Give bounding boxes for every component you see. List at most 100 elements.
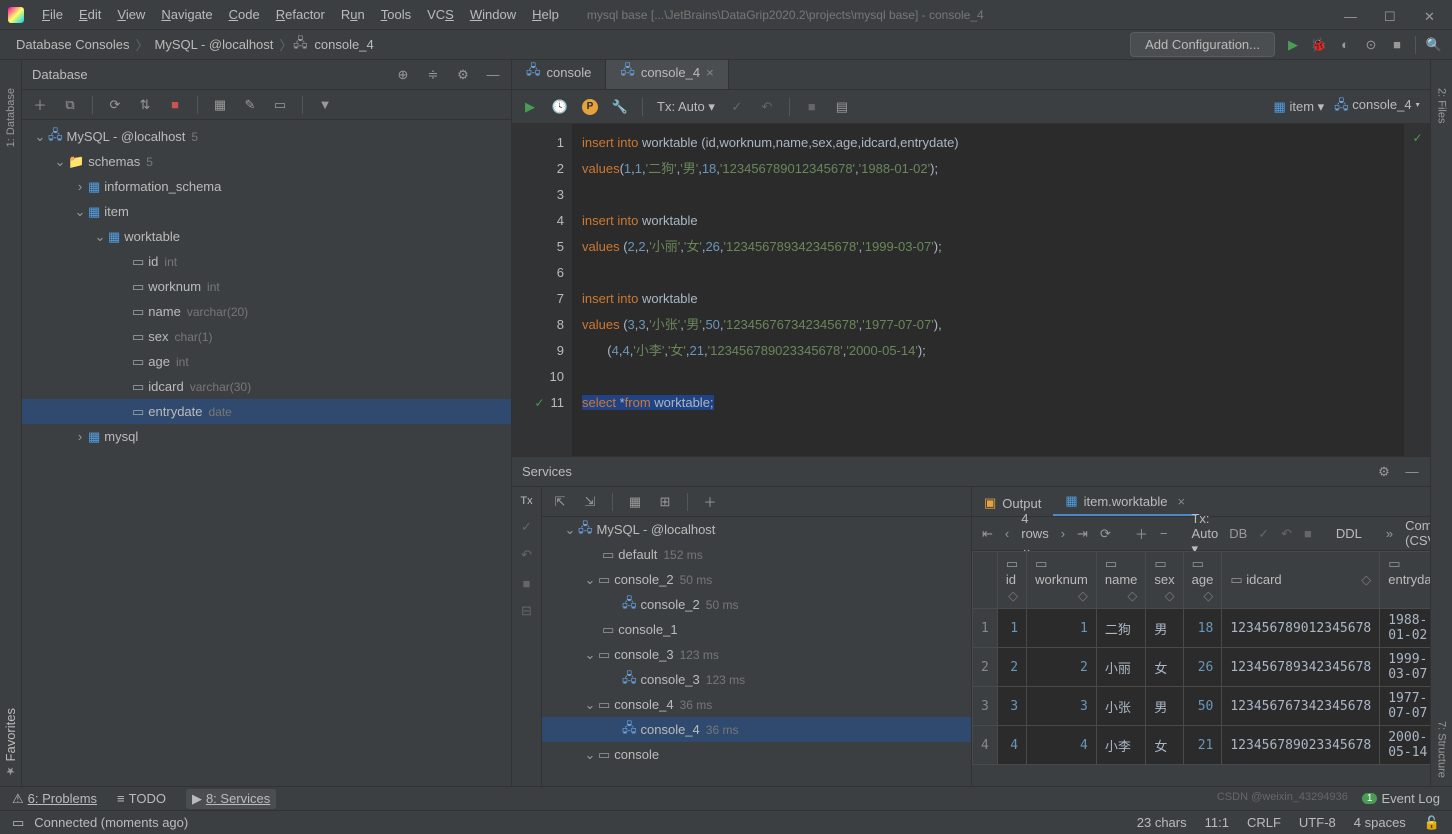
hide-icon[interactable]: — [1404,464,1420,480]
svc-console[interactable]: ⌄▭console [542,742,971,767]
svc-console-3b[interactable]: 🖧console_3123 ms [542,667,971,692]
menu-navigate[interactable]: Navigate [153,3,220,26]
svc-console-4[interactable]: ⌄▭console_436 ms [542,692,971,717]
tab-console[interactable]: 🖧console [512,60,606,89]
status-icon[interactable]: ▭ [12,815,24,831]
svc-console-3[interactable]: ⌄▭console_3123 ms [542,642,971,667]
pending-icon[interactable]: P [582,99,598,115]
ddl-button[interactable]: DDL [1336,526,1362,541]
more-icon[interactable]: » [1386,526,1393,542]
tx-mode[interactable]: Tx: Auto ▾ [657,99,715,115]
hide-icon[interactable]: — [485,67,501,83]
debug-icon[interactable]: 🐞 [1311,37,1327,53]
add-icon[interactable]: ＋ [32,97,48,113]
tree-worktable[interactable]: ⌄▦worktable [22,224,511,249]
svc-console-2[interactable]: ⌄▭console_250 ms [542,567,971,592]
menu-vcs[interactable]: VCS [419,3,462,26]
tree-col-sex[interactable]: ▭sexchar(1) [22,324,511,349]
problems-button[interactable]: ⚠ 6: Problems [12,791,97,807]
tree-mysql[interactable]: ›▦mysql [22,424,511,449]
gear-icon[interactable]: ⚙ [1376,464,1392,480]
table-row[interactable]: 111二狗男181234567890123456781988-01-02 [973,609,1431,648]
table-row[interactable]: 222小丽女261234567893423456781999-03-07 [973,648,1431,687]
remove-row-icon[interactable]: − [1160,526,1168,542]
collapse-icon[interactable]: ⇲ [582,494,598,510]
target-icon[interactable]: ⊕ [395,67,411,83]
filter-icon[interactable]: ▼ [317,97,333,113]
profile-icon[interactable]: ⊙ [1363,37,1379,53]
commit-icon[interactable]: ✓ [1258,526,1269,542]
search-icon[interactable]: 🔍 [1426,37,1442,53]
svc-console-4b[interactable]: 🖧console_436 ms [542,717,971,742]
menu-view[interactable]: View [109,3,153,26]
rollback-icon[interactable]: ↶ [1281,526,1292,542]
commit-icon[interactable]: ✓ [729,99,745,115]
crumb-2[interactable]: console_4 [308,35,379,54]
cancel-icon[interactable]: ■ [1304,526,1312,542]
tree-col-idcard[interactable]: ▭idcardvarchar(30) [22,374,511,399]
status-pos[interactable]: 11:1 [1205,815,1229,831]
tree-item[interactable]: ⌄▦item [22,199,511,224]
tab-console-4[interactable]: 🖧console_4× [606,60,728,89]
csv-selector[interactable]: Comma-...d (CSV) ▾ [1405,518,1430,549]
stop-icon[interactable]: ■ [519,575,535,591]
svc-default[interactable]: ▭default152 ms [542,542,971,567]
menu-refactor[interactable]: Refactor [268,3,333,26]
menu-tools[interactable]: Tools [373,3,419,26]
status-spaces[interactable]: 4 spaces [1354,815,1406,831]
add-row-icon[interactable]: ＋ [1135,526,1148,542]
add-icon[interactable]: ＋ [702,494,718,510]
tab-files[interactable]: 2: Files [1434,80,1450,131]
stop-run-icon[interactable]: ■ [1389,37,1405,53]
code-editor[interactable]: 12345678910✓11 insert into worktable (id… [512,124,1430,456]
commit-icon[interactable]: ✓ [519,519,535,535]
table-row[interactable]: 333小张男501234567673423456781977-07-07 [973,687,1431,726]
menu-file[interactable]: File [34,3,71,26]
tree-info-schema[interactable]: ›▦information_schema [22,174,511,199]
tree-col-name[interactable]: ▭namevarchar(20) [22,299,511,324]
close-tab-icon[interactable]: × [706,65,714,80]
tab-database[interactable]: 1: Database [3,80,19,155]
add-configuration-button[interactable]: Add Configuration... [1130,32,1275,57]
sync-icon[interactable]: ⇅ [137,97,153,113]
svc-console-2b[interactable]: 🖧console_250 ms [542,592,971,617]
crumb-0[interactable]: Database Consoles [10,35,135,54]
maximize-icon[interactable]: ☐ [1384,9,1396,21]
query-icon[interactable]: ▭ [272,97,288,113]
tab-structure[interactable]: 7: Structure [1434,713,1450,786]
close-icon[interactable]: ✕ [1424,9,1436,21]
table-row[interactable]: 444小李女211234567890233456782000-05-14 [973,726,1431,765]
edit-icon[interactable]: ✎ [242,97,258,113]
db-icon[interactable]: DB [1230,526,1246,542]
layout-icon[interactable]: ▤ [834,99,850,115]
reload-icon[interactable]: ⟳ [1100,526,1111,542]
svc-datasource[interactable]: ⌄🖧MySQL - @localhost [542,517,971,542]
schema-selector[interactable]: ▦ item ▾ [1274,99,1325,115]
cancel-icon[interactable]: ■ [804,99,820,115]
coverage-icon[interactable]: ◐ [1337,37,1353,53]
layout-icon[interactable]: ⊞ [657,494,673,510]
todo-button[interactable]: ≡ TODO [117,791,166,806]
tree-col-age[interactable]: ▭ageint [22,349,511,374]
group-icon[interactable]: ▦ [627,494,643,510]
run-icon[interactable]: ▶ [1285,37,1301,53]
close-tab-icon[interactable]: × [1177,494,1185,509]
result-grid[interactable]: ▭ id◇ ▭ worknum◇ ▭ name◇ ▭ sex◇ ▭ age◇ ▭… [972,551,1430,786]
refresh-icon[interactable]: ⟳ [107,97,123,113]
menu-edit[interactable]: Edit [71,3,109,26]
tab-favorites[interactable]: ★ Favorites [1,700,20,786]
first-page-icon[interactable]: ⇤ [982,526,993,542]
rollback-icon[interactable]: ↶ [519,547,535,563]
minimize-icon[interactable]: — [1344,9,1356,21]
grid-icon[interactable]: ▦ [212,97,228,113]
prev-page-icon[interactable]: ‹ [1005,526,1009,542]
stop-icon[interactable]: ■ [167,97,183,113]
tree-schemas[interactable]: ⌄📁schemas5 [22,149,511,174]
gear-icon[interactable]: ⚙ [455,67,471,83]
status-crlf[interactable]: CRLF [1247,815,1281,831]
menu-window[interactable]: Window [462,3,524,26]
menu-run[interactable]: Run [333,3,373,26]
svc-console-1[interactable]: ▭console_1 [542,617,971,642]
row-count[interactable]: 4 rows ⌄ [1021,511,1048,557]
wrench-icon[interactable]: 🔧 [612,99,628,115]
